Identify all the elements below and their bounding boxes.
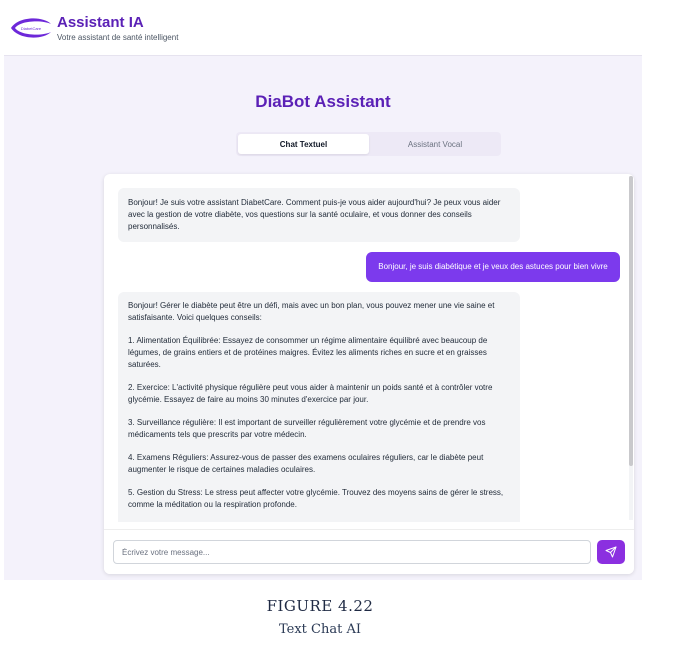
message-paragraph: Bonjour! Gérer le diabète peut être un d… xyxy=(128,301,495,322)
message-list[interactable]: Bonjour! Je suis votre assistant DiabetC… xyxy=(104,174,634,522)
scrollbar[interactable] xyxy=(629,176,633,520)
message-paragraph: 2. Exercice: L'activité physique réguliè… xyxy=(128,383,493,404)
paper-plane-icon xyxy=(605,546,617,558)
message-paragraph: 1. Alimentation Équilibrée: Essayez de c… xyxy=(128,336,488,369)
app-screen: DiabetCare Assistant IA Votre assistant … xyxy=(4,4,642,580)
bot-message: Bonjour! Je suis votre assistant DiabetC… xyxy=(118,188,520,242)
message-input[interactable] xyxy=(113,540,591,564)
top-bar: DiabetCare Assistant IA Votre assistant … xyxy=(4,4,642,56)
message-paragraph: 5. Gestion du Stress: Le stress peut aff… xyxy=(128,488,504,509)
app-subtitle: Votre assistant de santé intelligent xyxy=(57,33,179,42)
chat-panel: Bonjour! Je suis votre assistant DiabetC… xyxy=(104,174,634,574)
user-message: Bonjour, je suis diabétique et je veux d… xyxy=(366,252,620,282)
diabetcare-logo: DiabetCare xyxy=(11,18,51,38)
tab-assistant-vocal[interactable]: Assistant Vocal xyxy=(371,134,499,154)
message-paragraph: 3. Surveillance régulière: Il est import… xyxy=(128,418,486,439)
app-title: Assistant IA xyxy=(57,14,144,31)
scrollbar-thumb[interactable] xyxy=(629,176,633,466)
message-text: Bonjour, je suis diabétique et je veux d… xyxy=(378,262,608,271)
logo-text: DiabetCare xyxy=(21,26,42,31)
bot-message: Bonjour! Gérer le diabète peut être un d… xyxy=(118,292,520,522)
send-button[interactable] xyxy=(597,540,625,564)
message-paragraph: 4. Examens Réguliers: Assurez-vous de pa… xyxy=(128,453,484,474)
tab-chat-textuel[interactable]: Chat Textuel xyxy=(238,134,369,154)
figure-caption: Text Chat AI xyxy=(279,622,361,637)
message-composer xyxy=(104,529,634,574)
mode-tabs: Chat Textuel Assistant Vocal xyxy=(236,132,501,156)
message-text: Bonjour! Je suis votre assistant DiabetC… xyxy=(128,198,501,231)
figure-number: FIGURE 4.22 xyxy=(266,597,374,615)
page-title: DiaBot Assistant xyxy=(255,92,391,111)
